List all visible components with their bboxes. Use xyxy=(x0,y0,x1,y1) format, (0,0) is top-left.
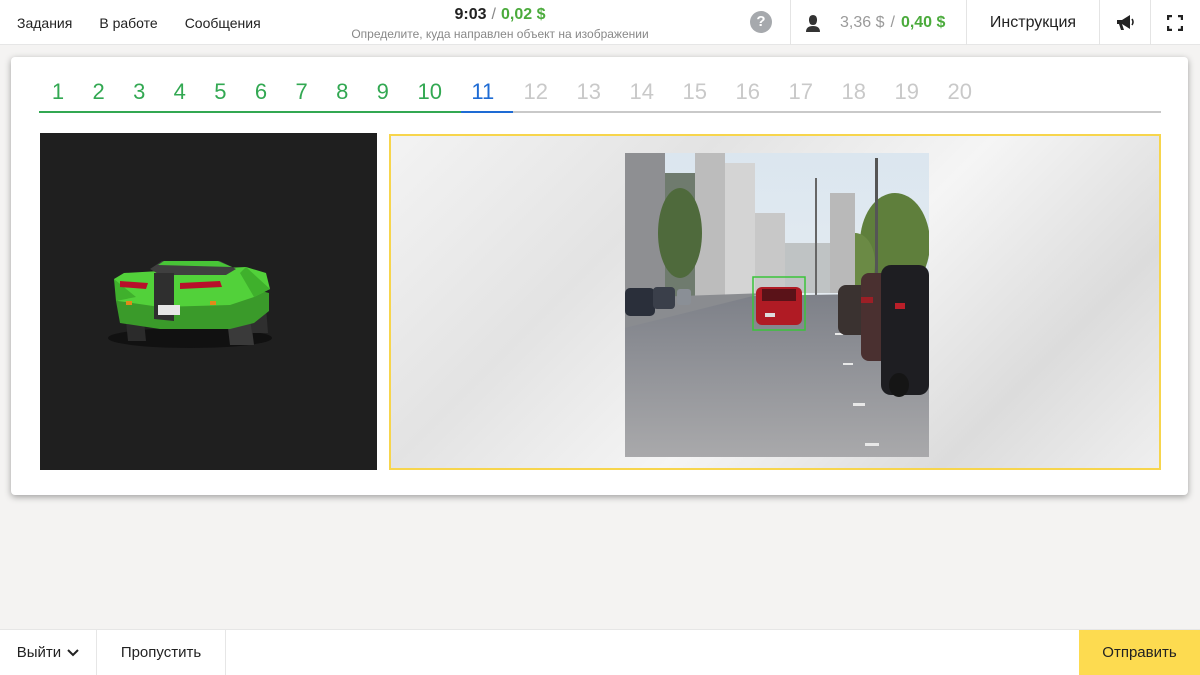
step-4[interactable]: 4 xyxy=(159,79,201,105)
divider xyxy=(790,0,791,45)
step-17[interactable]: 17 xyxy=(780,79,822,105)
chevron-down-icon xyxy=(67,649,80,657)
progress-current-line xyxy=(461,111,513,113)
step-11[interactable]: 11 xyxy=(462,79,504,105)
progress-done-line xyxy=(39,111,461,113)
fullscreen-button[interactable] xyxy=(1150,0,1200,45)
target-scene[interactable] xyxy=(389,134,1161,470)
task-reward: 0,02 $ xyxy=(501,6,546,23)
step-20[interactable]: 20 xyxy=(939,79,981,105)
exit-button[interactable]: Выйти xyxy=(0,630,97,675)
step-18[interactable]: 18 xyxy=(833,79,875,105)
nav-in-progress[interactable]: В работе xyxy=(99,15,157,31)
skip-button[interactable]: Пропустить xyxy=(97,630,226,675)
car-model-image xyxy=(108,261,272,348)
instruction-button[interactable]: Инструкция xyxy=(967,0,1099,45)
user-icon xyxy=(806,14,820,32)
step-15[interactable]: 15 xyxy=(674,79,716,105)
task-card: 1 2 3 4 5 6 7 8 9 10 11 12 13 14 15 16 17 18 19 20 xyxy=(11,57,1188,495)
task-info: 9:03/ 0,02 $ Определите, куда направлен о… xyxy=(300,6,700,41)
step-16[interactable]: 16 xyxy=(727,79,769,105)
object-preview xyxy=(40,133,377,470)
question-icon[interactable]: ? xyxy=(750,11,772,33)
step-14[interactable]: 14 xyxy=(621,79,663,105)
step-13[interactable]: 13 xyxy=(568,79,610,105)
task-hint: Определите, куда направлен объект на изо… xyxy=(351,27,649,41)
top-bar: Задания В работе Сообщения 9:03/0,02 $ О… xyxy=(0,0,1200,45)
step-7[interactable]: 7 xyxy=(281,79,323,105)
step-12[interactable]: 12 xyxy=(515,79,557,105)
balance[interactable]: 3,36 $ / 0,40 $ xyxy=(803,0,945,45)
timer: 9:03 xyxy=(454,6,487,23)
submit-button[interactable]: Отправить xyxy=(1079,630,1200,675)
nav-messages[interactable]: Сообщения xyxy=(185,15,261,31)
fullscreen-icon xyxy=(1167,14,1183,31)
street-image xyxy=(625,153,929,457)
street-photo xyxy=(625,153,929,457)
step-6[interactable]: 6 xyxy=(240,79,282,105)
timer-separator: / xyxy=(491,6,496,23)
step-3[interactable]: 3 xyxy=(118,79,160,105)
step-2[interactable]: 2 xyxy=(78,79,120,105)
step-8[interactable]: 8 xyxy=(321,79,363,105)
main-nav: Задания В работе Сообщения xyxy=(0,0,271,45)
timer-line: 9:03/ 0,02 $ xyxy=(300,6,700,24)
megaphone-icon xyxy=(1117,14,1134,30)
nav-tasks[interactable]: Задания xyxy=(17,15,72,31)
announcements-button[interactable] xyxy=(1100,0,1150,45)
step-5[interactable]: 5 xyxy=(199,79,241,105)
balance-total: 3,36 $ xyxy=(840,13,885,31)
step-9[interactable]: 9 xyxy=(362,79,404,105)
step-1[interactable]: 1 xyxy=(37,79,79,105)
task-progress: 1 2 3 4 5 6 7 8 9 10 11 12 13 14 15 16 17 18 19 20 xyxy=(39,77,1161,113)
step-10[interactable]: 10 xyxy=(409,79,451,105)
bottom-bar: Выйти Пропустить Отправить xyxy=(0,629,1200,675)
balance-pending: 0,40 $ xyxy=(900,13,946,31)
balance-separator: / xyxy=(890,13,895,31)
step-19[interactable]: 19 xyxy=(886,79,928,105)
exit-label: Выйти xyxy=(16,644,62,661)
